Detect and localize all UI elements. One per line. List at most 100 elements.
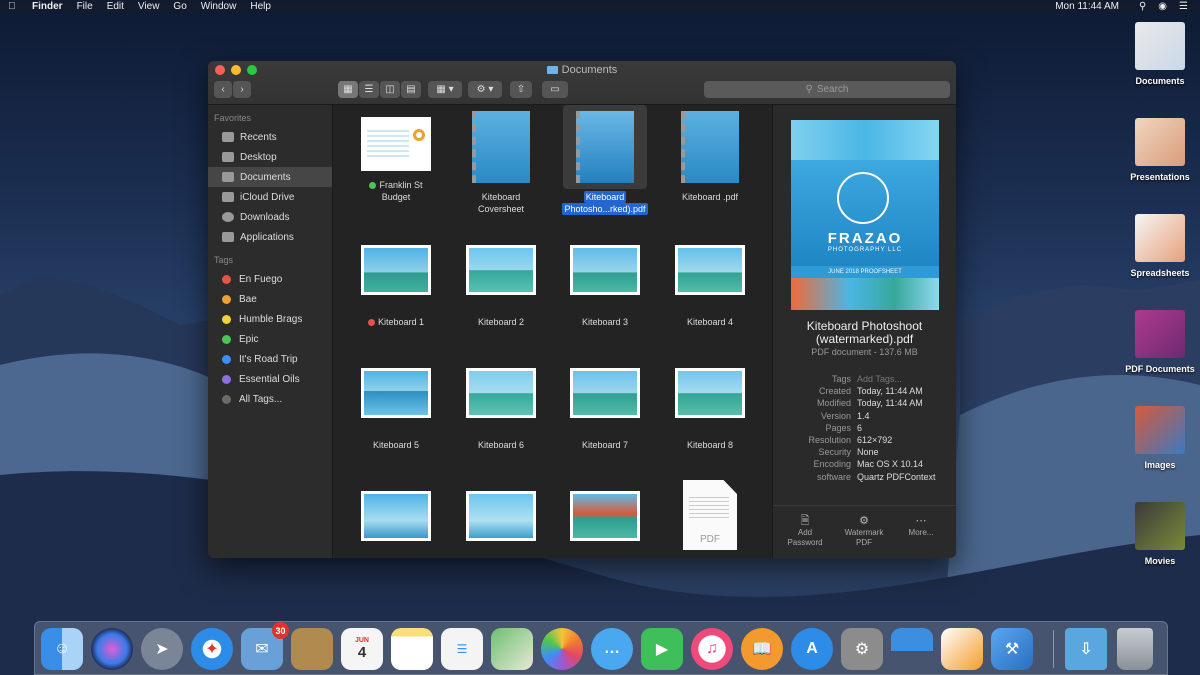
safari-icon[interactable]: ✦ xyxy=(191,628,233,670)
file-item-photo[interactable] xyxy=(553,491,657,541)
file-item-kiteboard-pdf[interactable]: Kiteboard .pdf xyxy=(658,111,762,203)
desktop-stack-images[interactable]: Images xyxy=(1120,406,1200,470)
add-tags-field[interactable]: Add Tags... xyxy=(857,373,902,385)
file-item-kiteboard-6[interactable]: Kiteboard 6 xyxy=(449,368,553,451)
contacts-icon[interactable] xyxy=(291,628,333,670)
xcode-icon[interactable]: ⚒ xyxy=(991,628,1033,670)
menu-help[interactable]: Help xyxy=(250,1,271,12)
file-item-kiteboard-3[interactable]: Kiteboard 3 xyxy=(553,245,657,328)
trash-icon[interactable] xyxy=(1117,628,1153,670)
sidebar-item-applications[interactable]: Applications xyxy=(208,227,332,247)
pages-icon[interactable] xyxy=(941,628,983,670)
desktop-stack-presentations[interactable]: Presentations xyxy=(1120,118,1200,182)
finder-icon[interactable]: ☺ xyxy=(41,628,83,670)
file-name: Kiteboard Coversheet xyxy=(477,192,525,214)
list-view-button[interactable]: ☰ xyxy=(359,81,379,98)
calendar-icon[interactable]: JUN 4 xyxy=(341,628,383,670)
menu-clock[interactable]: Mon 11:44 AM xyxy=(1055,1,1119,12)
app-store-icon[interactable]: A xyxy=(791,628,833,670)
desktop-icon-label: Documents xyxy=(1135,76,1185,86)
preview-file-kind: PDF document - 137.6 MB xyxy=(811,347,918,357)
group-button[interactable]: ▦ ▾ xyxy=(428,81,462,98)
menu-edit[interactable]: Edit xyxy=(107,1,124,12)
file-item-kiteboard-5[interactable]: Kiteboard 5 xyxy=(344,368,448,451)
file-item-kiteboard-2[interactable]: Kiteboard 2 xyxy=(449,245,553,328)
sidebar-item-label: It's Road Trip xyxy=(239,353,298,365)
file-item-kiteboard-4[interactable]: Kiteboard 4 xyxy=(658,245,762,328)
desktop-stack-spreadsheets[interactable]: Spreadsheets xyxy=(1120,214,1200,278)
file-item-photo[interactable] xyxy=(449,491,553,541)
apple-menu-icon[interactable]:  xyxy=(8,1,22,12)
sidebar-tag-bae[interactable]: Bae xyxy=(208,289,332,309)
sidebar-tag-all-tags[interactable]: All Tags... xyxy=(208,389,332,409)
itunes-icon[interactable]: ♫ xyxy=(691,628,733,670)
notification-center-icon[interactable]: ☰ xyxy=(1179,1,1188,12)
facetime-icon[interactable]: ▶ xyxy=(641,628,683,670)
file-item-franklin-budget[interactable]: Franklin St Budget xyxy=(344,117,448,203)
menu-view[interactable]: View xyxy=(138,1,160,12)
photo-thumbnail xyxy=(466,368,536,418)
siri-menu-icon[interactable]: ◉ xyxy=(1158,1,1167,12)
system-preferences-icon[interactable]: ⚙ xyxy=(841,628,883,670)
photos-icon[interactable] xyxy=(541,628,583,670)
menu-app-name[interactable]: Finder xyxy=(32,1,63,12)
icon-view-button[interactable]: ▦ xyxy=(338,81,358,98)
keynote-icon[interactable] xyxy=(891,628,933,670)
sidebar-item-recents[interactable]: Recents xyxy=(208,127,332,147)
file-item-pdf-document[interactable]: PDF xyxy=(658,480,762,550)
desktop-icon-label: PDF Documents xyxy=(1125,364,1195,374)
sidebar-tag-humble-brags[interactable]: Humble Brags xyxy=(208,309,332,329)
spreadsheet-stack-icon xyxy=(1135,214,1185,262)
desktop-stack-pdf-documents[interactable]: PDF Documents xyxy=(1120,310,1200,374)
downloads-folder-icon[interactable]: ⇩ xyxy=(1065,628,1107,670)
back-button[interactable]: ‹ xyxy=(214,81,232,98)
file-item-kiteboard-coversheet[interactable]: Kiteboard Coversheet xyxy=(449,111,553,215)
photo-thumbnail xyxy=(361,491,431,541)
sidebar-tag-en-fuego[interactable]: En Fuego xyxy=(208,269,332,289)
file-name: Kiteboard 4 xyxy=(686,317,734,327)
file-item-kiteboard-1[interactable]: Kiteboard 1 xyxy=(344,245,448,328)
sidebar-tag-essential-oils[interactable]: Essential Oils xyxy=(208,369,332,389)
sidebar-item-downloads[interactable]: Downloads xyxy=(208,207,332,227)
column-view-button[interactable]: ◫ xyxy=(380,81,400,98)
share-button[interactable]: ⇧ xyxy=(510,81,532,98)
sidebar-tag-road-trip[interactable]: It's Road Trip xyxy=(208,349,332,369)
spotlight-search-icon[interactable]: ⚲ xyxy=(1139,1,1146,12)
notes-icon[interactable] xyxy=(391,628,433,670)
gallery-view-button[interactable]: ▤ xyxy=(401,81,421,98)
menu-file[interactable]: File xyxy=(77,1,93,12)
search-field[interactable]: ⚲ Search xyxy=(704,81,950,98)
menu-window[interactable]: Window xyxy=(201,1,237,12)
file-item-kiteboard-7[interactable]: Kiteboard 7 xyxy=(553,368,657,451)
pdf-thumbnail xyxy=(472,111,530,183)
mail-icon[interactable]: ✉ 30 xyxy=(241,622,289,670)
desktop-stack-movies[interactable]: Movies xyxy=(1120,502,1200,566)
quick-actions: 🗎 Add Password ⚙ Watermark PDF ⋯ More... xyxy=(773,505,956,558)
sidebar-item-documents[interactable]: Documents xyxy=(208,167,332,187)
siri-icon[interactable] xyxy=(91,628,133,670)
desktop-stack-documents[interactable]: Documents xyxy=(1120,22,1200,86)
messages-icon[interactable]: … xyxy=(591,628,633,670)
sidebar-item-desktop[interactable]: Desktop xyxy=(208,147,332,167)
sidebar-item-icloud-drive[interactable]: iCloud Drive xyxy=(208,187,332,207)
forward-button[interactable]: › xyxy=(233,81,251,98)
books-icon[interactable]: 📖 xyxy=(741,628,783,670)
sidebar-tag-epic[interactable]: Epic xyxy=(208,329,332,349)
file-item-kiteboard-photoshoot[interactable]: Kiteboard Photosho...rked).pdf xyxy=(553,111,657,215)
reminders-icon[interactable]: ☰ xyxy=(441,628,483,670)
desktop-icon-label: Movies xyxy=(1144,556,1176,566)
add-password-button[interactable]: 🗎 Add Password xyxy=(777,516,833,548)
action-button[interactable]: ⚙ ▾ xyxy=(468,81,502,98)
tag-button[interactable]: ▭ xyxy=(542,81,568,98)
launchpad-icon[interactable]: ➤ xyxy=(141,628,183,670)
menu-go[interactable]: Go xyxy=(173,1,186,12)
file-item-kiteboard-8[interactable]: Kiteboard 8 xyxy=(658,368,762,451)
maps-icon[interactable] xyxy=(491,628,533,670)
sidebar-item-label: Recents xyxy=(240,131,277,143)
watermark-pdf-button[interactable]: ⚙ Watermark PDF xyxy=(836,516,892,548)
favorites-heading: Favorites xyxy=(214,113,252,123)
file-item-photo[interactable] xyxy=(344,491,448,541)
cloud-icon xyxy=(222,192,234,202)
search-icon: ⚲ xyxy=(805,84,813,95)
more-actions-button[interactable]: ⋯ More... xyxy=(893,516,949,538)
